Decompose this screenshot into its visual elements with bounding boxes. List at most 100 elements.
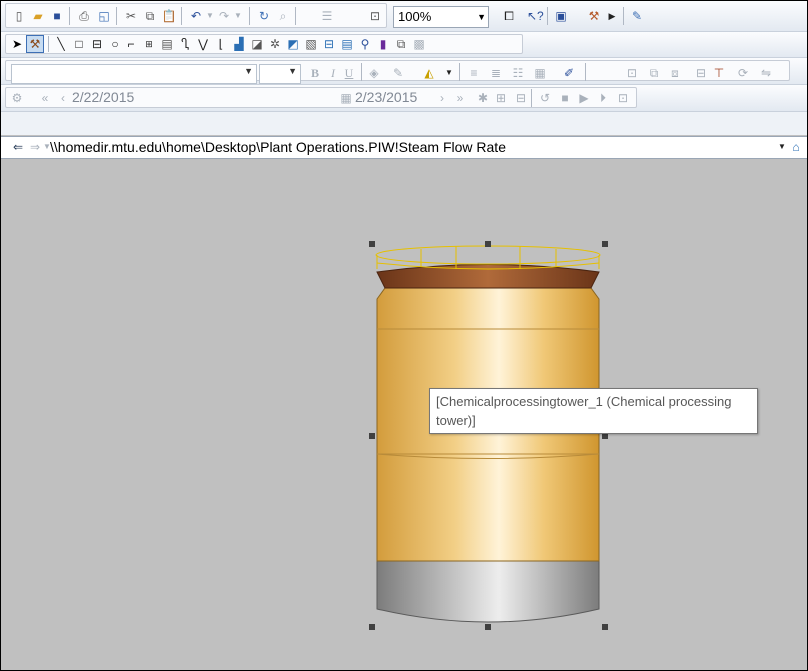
pointer-icon[interactable]: ➤ [9,36,25,52]
chart-edit-icon[interactable]: ✎ [629,8,645,24]
time-settings-icon[interactable]: ⚙ [9,90,25,106]
time-range-icon[interactable]: ⊞ [493,90,509,106]
print-icon[interactable]: ⎙ [76,8,92,24]
edit-mode-icon[interactable]: ⚒ [26,35,44,53]
help-icon[interactable]: ↖? [527,8,544,24]
cut-icon[interactable]: ✂ [123,8,139,24]
step-icon[interactable]: ⌊ [213,36,229,52]
time-properties-icon[interactable]: ⊡ [615,90,631,106]
toolbar-separator [547,7,548,25]
home-icon[interactable]: ⌂ [788,139,804,155]
calendar-icon[interactable]: ▦ [338,90,354,106]
format-painter-icon[interactable]: ✐ [561,65,577,81]
selection-handle-top[interactable] [485,241,491,247]
selection-handle-left[interactable] [369,433,375,439]
bring-front-icon[interactable]: ⧈ [667,65,683,81]
align-icon[interactable]: ⊤ [711,65,727,81]
toolbar-separator [585,63,586,81]
arc-icon[interactable]: ⌐ [123,36,139,52]
refresh-icon[interactable]: ↻ [256,8,272,24]
gauge-icon[interactable]: ✲ [267,36,283,52]
now-icon[interactable]: ✱ [475,90,491,106]
flip-icon[interactable]: ⇋ [758,65,774,81]
chevron-down-icon[interactable]: ▼ [477,7,486,27]
forward-far-icon[interactable]: » [452,90,468,106]
chevron-down-icon[interactable]: ▼ [288,66,297,76]
chart-icon[interactable]: ◩ [285,36,301,52]
selection-handle-bottom-left[interactable] [369,624,375,630]
full-screen-icon[interactable]: ▣ [553,8,569,24]
back-far-icon[interactable]: « [37,90,53,106]
disabled-tool-icon[interactable]: ▩ [411,36,427,52]
italic-icon[interactable]: I [325,65,341,81]
line-style-icon[interactable]: ≡ [466,65,482,81]
rotate-icon[interactable]: ⟳ [735,65,751,81]
tank-icon[interactable]: ⚲ [357,36,373,52]
bar-icon[interactable]: ▮ [375,36,391,52]
font-size-select[interactable]: ▼ [259,64,301,84]
play-icon[interactable]: ▶ [576,90,592,106]
display-path[interactable]: \\homedir.mtu.edu\home\Desktop\Plant Ope… [50,139,506,155]
symbol-icon[interactable]: ▤ [159,36,175,52]
underline-icon[interactable]: U [341,65,357,81]
selection-handle-top-right[interactable] [602,241,608,247]
table-icon[interactable]: ⊟ [321,36,337,52]
end-time[interactable]: 2/23/2015 [355,89,417,105]
start-time[interactable]: 2/22/2015 [72,89,134,105]
copy-icon[interactable]: ⧉ [142,8,158,24]
chevron-down-icon[interactable]: ▼ [244,66,253,76]
back-arrow-icon[interactable]: ⇐ [10,139,26,155]
ellipse-icon[interactable]: ○ [107,36,123,52]
report-icon[interactable]: ▤ [339,36,355,52]
fit-window-icon[interactable]: ⊡ [367,8,383,24]
send-back-icon[interactable]: ⊟ [693,65,709,81]
xy-plot-icon[interactable]: ◪ [249,36,265,52]
back-icon[interactable]: ‹ [55,90,71,106]
bold-icon[interactable]: B [307,65,323,81]
selection-handle-top-left[interactable] [369,241,375,247]
align-icon[interactable]: ☰ [319,8,335,24]
address-bar: ⇐ ⇒ ▼ \\homedir.mtu.edu\home\Desktop\Pla… [1,136,807,159]
play-forward-icon[interactable]: ⏵ [595,90,611,106]
forward-icon[interactable]: › [434,90,450,106]
toolbar-separator [48,36,49,52]
ungroup-icon[interactable]: ⧉ [646,65,662,81]
paste-icon[interactable]: 📋 [161,8,177,24]
toolbar-separator [181,7,182,25]
print-preview-icon[interactable]: ◱ [96,8,112,24]
line-icon[interactable]: ╲ [53,36,69,52]
line-width-icon[interactable]: ≣ [488,65,504,81]
new-icon[interactable]: ▯ [11,8,27,24]
new-window-icon[interactable]: ⧠ [501,8,517,24]
polyline-icon[interactable]: ⋁ [195,36,211,52]
arrow-style-icon[interactable]: ☷ [510,65,526,81]
tower-top-cap [376,264,600,289]
tools-icon[interactable]: ⚒ [586,8,602,24]
group-icon[interactable]: ⊡ [624,65,640,81]
font-name-select[interactable]: ▼ [11,64,257,84]
find-icon[interactable]: ⌕ [275,8,291,24]
control-icon[interactable]: ⧉ [393,36,409,52]
selection-handle-bottom-right[interactable] [602,624,608,630]
trend-icon[interactable]: ▟ [231,36,247,52]
text-color-icon[interactable]: ◭ [421,65,437,81]
open-icon[interactable]: ▰ [30,8,46,24]
text-box-icon[interactable]: ⊟ [89,36,105,52]
chevron-right-icon[interactable]: ▶ [604,8,620,24]
zoom-select[interactable]: 100% ▼ [393,6,489,28]
stop-icon[interactable]: ■ [557,90,573,106]
shadow-icon[interactable]: ▦ [532,65,548,81]
refresh-time-icon[interactable]: ↺ [537,90,553,106]
line-color-icon[interactable]: ✎ [390,65,406,81]
time-sync-icon[interactable]: ⊟ [513,90,529,106]
value-icon[interactable]: ⊞ [141,36,157,52]
image-icon[interactable]: ▧ [303,36,319,52]
fill-color-icon[interactable]: ◈ [366,65,382,81]
text-color-dropdown-icon[interactable]: ▼ [441,65,457,81]
rectangle-icon[interactable]: □ [71,36,87,52]
selection-handle-bottom[interactable] [485,624,491,630]
save-icon[interactable]: ■ [49,8,65,24]
redo-dropdown-icon[interactable]: ▼ [230,8,246,24]
toolbar-area: ▯ ▰ ■ ⎙ ◱ ✂ ⧉ 📋 ↶ ▼ ↷ ▼ ↻ ⌕ ☰ ⊡ 100% ▼ ⧠… [1,1,807,135]
connector-icon[interactable]: Ⴂ [177,36,193,52]
